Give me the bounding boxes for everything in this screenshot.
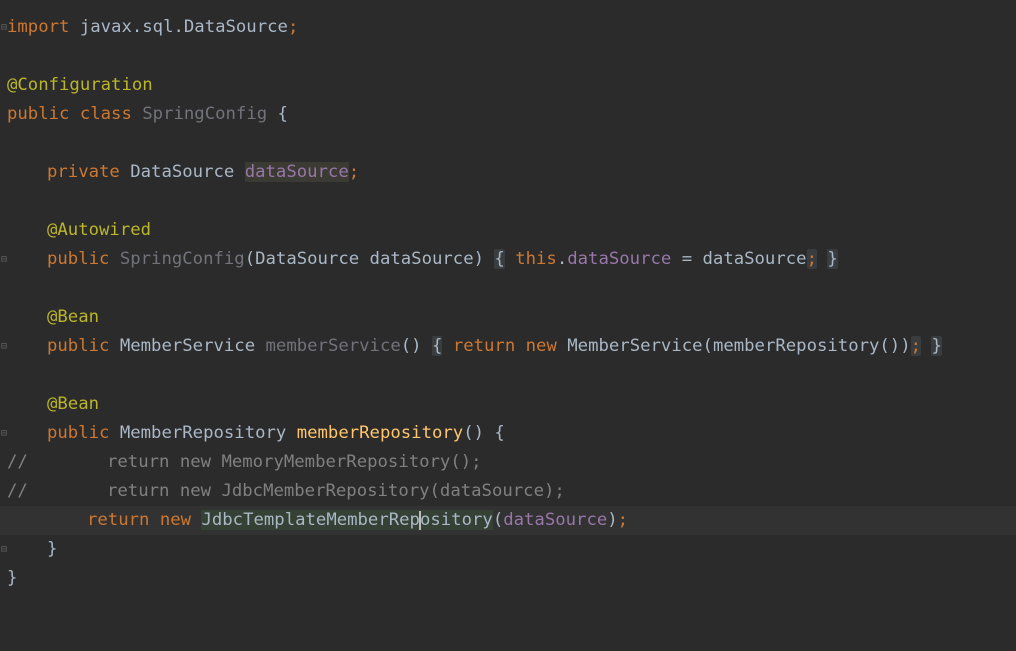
keyword-private: private — [47, 162, 120, 182]
dot: . — [556, 249, 568, 269]
paren-open: ( — [492, 510, 504, 530]
annotation-configuration: @Configuration — [7, 75, 153, 95]
keyword-import: import — [7, 17, 70, 37]
method-name: memberService — [265, 336, 401, 356]
code-line-constructor[interactable]: ⊟ public SpringConfig(DataSource dataSou… — [0, 245, 1016, 274]
code-line-bean-2[interactable]: @Bean — [0, 390, 1016, 419]
fold-marker-icon[interactable]: ⊟ — [0, 535, 8, 564]
method-parens: () — [400, 336, 422, 356]
code-line-method-close[interactable]: ⊟ } — [0, 535, 1016, 564]
semicolon: ; — [806, 249, 817, 269]
folded-close-brace[interactable]: } — [827, 249, 838, 269]
code-line-member-repository[interactable]: ⊟ public MemberRepository memberReposito… — [0, 419, 1016, 448]
class-reference: JdbcTemplateMemberRepository — [201, 510, 493, 530]
keyword-return: return — [452, 336, 516, 356]
folded-open-brace[interactable]: { — [494, 249, 505, 269]
keyword-public: public — [47, 423, 110, 443]
method-signature-rest: () { — [463, 423, 505, 443]
constructor-name: SpringConfig — [119, 249, 245, 269]
annotation-bean: @Bean — [47, 394, 100, 414]
paren-close: ) — [607, 510, 618, 530]
code-line-bean-1[interactable]: @Bean — [0, 303, 1016, 332]
annotation-bean: @Bean — [47, 307, 100, 327]
semicolon: ; — [910, 336, 922, 356]
code-line-class-close[interactable]: } — [0, 564, 1016, 593]
comment-marker: // — [7, 481, 28, 501]
semicolon: ; — [287, 17, 299, 37]
method-name: memberRepository — [296, 423, 464, 443]
field-name: dataSource — [244, 162, 349, 182]
semicolon: ; — [617, 510, 629, 530]
return-type: MemberRepository — [119, 423, 287, 443]
assignment: = dataSource — [671, 249, 807, 269]
folded-close-brace[interactable]: } — [931, 336, 942, 356]
constructor-params: (DataSource dataSource) — [244, 249, 484, 269]
code-line-comment-1[interactable]: // return new MemoryMemberRepository(); — [0, 448, 1016, 477]
code-line-member-service[interactable]: ⊟ public MemberService memberService() {… — [0, 332, 1016, 361]
keyword-public: public — [47, 336, 110, 356]
field-type: DataSource — [130, 162, 235, 182]
code-editor[interactable]: ⊟ import javax.sql.DataSource; @Configur… — [0, 0, 1016, 602]
code-line-field[interactable]: private DataSource dataSource; — [0, 158, 1016, 187]
commented-code: return new MemoryMemberRepository(); — [107, 452, 482, 472]
code-line-comment-2[interactable]: // return new JdbcMemberRepository(dataS… — [0, 477, 1016, 506]
code-line-class-decl[interactable]: public class SpringConfig { — [0, 100, 1016, 129]
keyword-new: new — [159, 510, 192, 530]
fold-marker-icon[interactable]: ⊟ — [0, 332, 8, 361]
keyword-return: return — [87, 510, 150, 530]
fold-marker-icon[interactable]: ⊟ — [0, 245, 8, 274]
keyword-class: class — [79, 104, 132, 124]
keyword-new: new — [525, 336, 557, 356]
open-brace: { — [277, 104, 288, 124]
semicolon: ; — [348, 162, 360, 182]
close-brace: } — [7, 568, 18, 588]
import-path: javax.sql.DataSource — [69, 17, 288, 37]
constructor-call: MemberService(memberRepository()) — [567, 336, 911, 356]
code-line-autowired[interactable]: @Autowired — [0, 216, 1016, 245]
comment-marker: // — [7, 452, 28, 472]
argument: dataSource — [503, 510, 608, 530]
class-name: SpringConfig — [142, 104, 268, 124]
code-line-current[interactable]: return new JdbcTemplateMemberRepository(… — [0, 506, 1016, 535]
code-line-import[interactable]: ⊟ import javax.sql.DataSource; — [0, 13, 1016, 42]
keyword-this: this — [515, 249, 557, 269]
return-type: MemberService — [119, 336, 256, 356]
keyword-public: public — [47, 249, 110, 269]
code-line-configuration[interactable]: @Configuration — [0, 71, 1016, 100]
annotation-autowired: @Autowired — [47, 220, 152, 240]
fold-marker-icon[interactable]: ⊟ — [0, 419, 8, 448]
folded-open-brace[interactable]: { — [432, 336, 443, 356]
keyword-public: public — [7, 104, 70, 124]
field-ref: dataSource — [567, 249, 672, 269]
close-brace: } — [47, 539, 58, 559]
commented-code: return new JdbcMemberRepository(dataSour… — [107, 481, 565, 501]
